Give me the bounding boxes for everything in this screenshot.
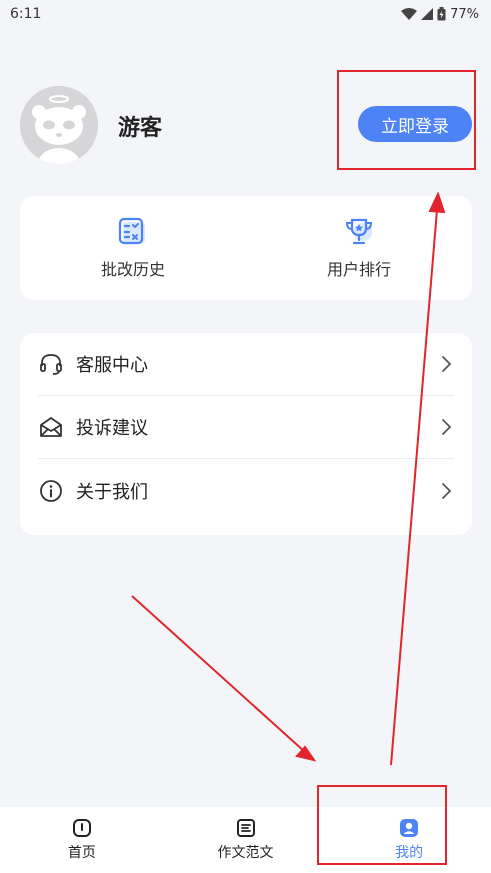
status-time: 6:11 (10, 6, 42, 22)
menu-item-customer-service[interactable]: 客服中心 (38, 333, 454, 396)
home-icon (72, 819, 91, 837)
username: 游客 (118, 116, 163, 141)
menu-item-about-us[interactable]: 关于我们 (38, 459, 454, 522)
menu-label: 关于我们 (76, 481, 148, 503)
chevron-right-icon (442, 419, 452, 435)
avatar[interactable] (20, 86, 98, 164)
panda-avatar-icon (20, 86, 98, 164)
nav-home[interactable]: 首页 (0, 807, 164, 873)
annotation-arrow-to-mine (131, 595, 317, 762)
status-icons: 77% (401, 7, 479, 22)
nav-essays[interactable]: 作文范文 (164, 807, 328, 873)
menu-card: 客服中心 投诉建议 关于我们 (20, 333, 472, 535)
menu-item-feedback[interactable]: 投诉建议 (38, 396, 454, 459)
wifi-icon (401, 7, 418, 20)
menu-label: 客服中心 (76, 355, 148, 376)
info-icon (38, 478, 64, 504)
feature-label: 用户排行 (326, 260, 391, 279)
nav-label: 作文范文 (217, 845, 274, 861)
grading-history-icon (118, 217, 145, 245)
chevron-right-icon (442, 356, 452, 372)
nav-label: 首页 (67, 845, 96, 861)
menu-label: 投诉建议 (76, 418, 148, 439)
chevron-right-icon (442, 482, 452, 499)
profile-header: 游客 立即登录 (20, 86, 472, 164)
signal-icon (421, 7, 434, 20)
status-bar: 6:11 77% (0, 0, 491, 28)
feature-user-ranking[interactable]: 用户排行 (246, 196, 472, 300)
battery-icon (437, 7, 446, 21)
headset-icon (38, 351, 64, 377)
nav-mine[interactable]: 我的 (327, 807, 491, 873)
feature-label: 批改历史 (100, 260, 165, 279)
trophy-icon (345, 218, 373, 245)
login-button[interactable]: 立即登录 (358, 106, 472, 142)
bottom-nav: 首页 作文范文 我的 (0, 807, 491, 873)
user-icon (400, 819, 419, 837)
feature-grading-history[interactable]: 批改历史 (20, 196, 246, 300)
document-icon (236, 819, 255, 837)
envelope-icon (38, 414, 64, 440)
nav-label: 我的 (395, 845, 424, 861)
battery-percent: 77% (450, 6, 479, 22)
feature-card: 批改历史 用户排行 (20, 196, 472, 300)
